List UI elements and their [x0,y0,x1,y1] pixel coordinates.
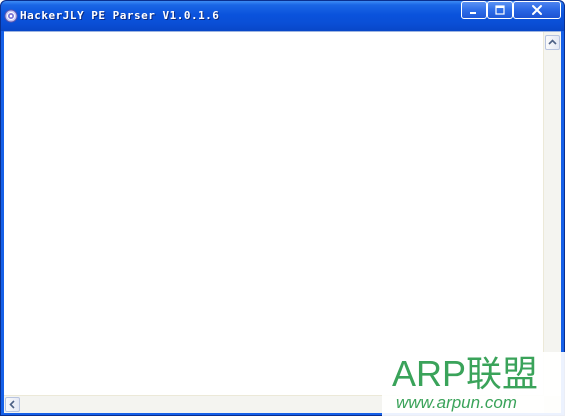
arrow-up-icon [548,39,557,45]
vertical-scrollbar[interactable] [543,32,561,396]
scroll-left-button[interactable] [5,397,20,412]
close-button[interactable] [513,1,561,19]
minimize-icon [470,12,476,14]
watermark-url: www.arpun.com [396,393,517,412]
scroll-up-button[interactable] [545,35,560,50]
maximize-icon [495,5,505,15]
window-title: HackerJLY PE Parser V1.0.1.6 [20,9,220,22]
watermark: ARP联盟 www.arpun.com [382,352,565,416]
title-bar[interactable]: HackerJLY PE Parser V1.0.1.6 [1,1,564,31]
close-icon [532,5,542,15]
arrow-left-icon [9,400,15,409]
minimize-button[interactable] [461,1,487,19]
gear-app-icon [4,9,18,23]
maximize-button[interactable] [487,1,513,19]
watermark-logo: ARP联盟 [392,353,539,394]
